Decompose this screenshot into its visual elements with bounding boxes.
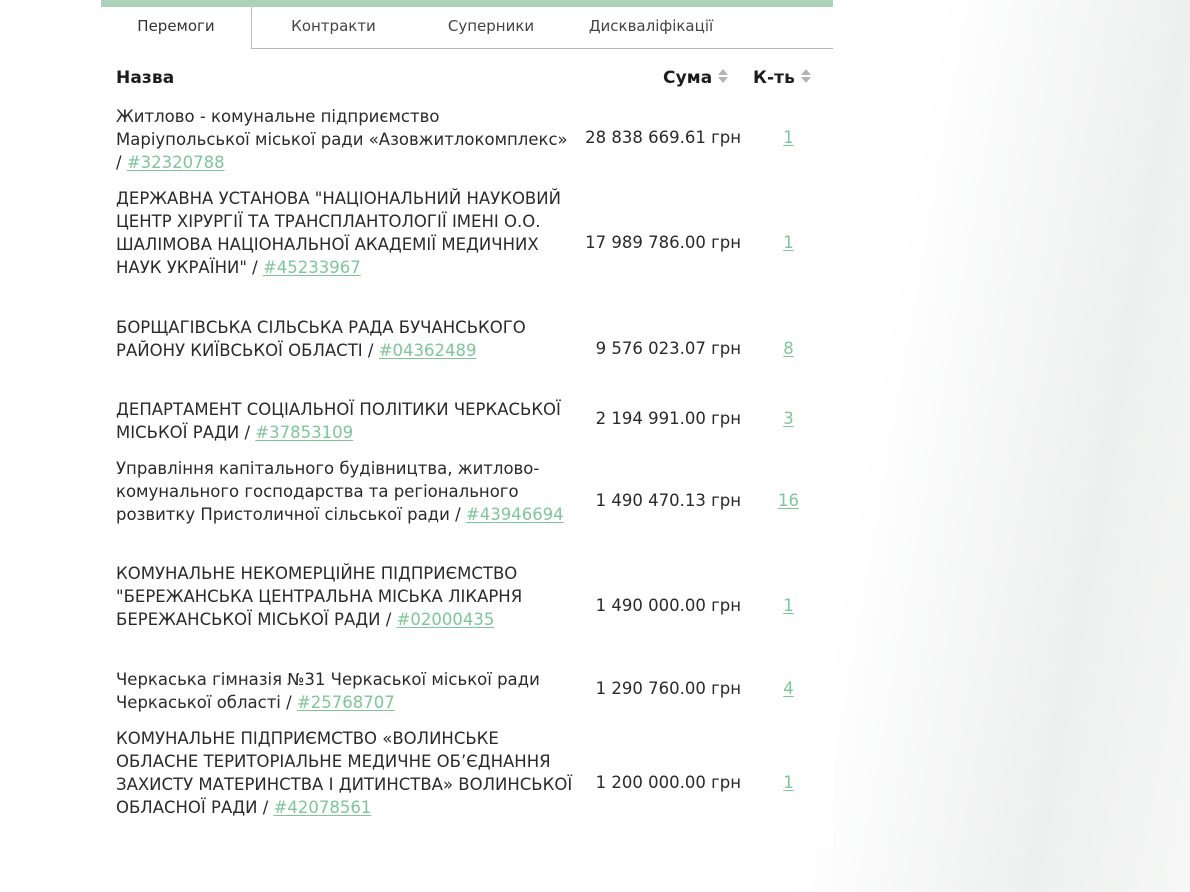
buyer-code-link[interactable]: #04362489 [379,341,477,360]
table-row: ДЕРЖАВНА УСТАНОВА "НАЦІОНАЛЬНИЙ НАУКОВИЙ… [101,187,833,303]
buyer-code-link[interactable]: #25768707 [297,693,395,712]
tab-bar: Перемоги Контракти Суперники Дискваліфік… [101,7,833,49]
table-row: Черкаська гімназія №31 Черкаської місько… [101,668,833,716]
buyer-code-link[interactable]: #45233967 [263,258,361,277]
buyer-name: Управління капітального будівництва, жит… [116,457,576,526]
sum-value: 1 490 000.00 грн [595,596,741,615]
buyer-code-link[interactable]: #37853109 [255,423,353,442]
buyer-name: ДЕРЖАВНА УСТАНОВА "НАЦІОНАЛЬНИЙ НАУКОВИЙ… [116,187,576,279]
sum-value: 17 989 786.00 грн [585,233,741,252]
buyer-code-link[interactable]: #32320788 [127,153,225,172]
buyer-code-link[interactable]: #02000435 [397,610,495,629]
count-link[interactable]: 8 [761,339,816,358]
buyer-code-link[interactable]: #42078561 [274,798,372,817]
sum-value: 1 290 760.00 грн [595,679,741,698]
column-header-name: Назва [116,68,174,88]
sort-icon[interactable] [800,68,811,84]
buyer-name: ДЕПАРТАМЕНТ СОЦІАЛЬНОЇ ПОЛІТИКИ ЧЕРКАСЬК… [116,398,576,444]
column-header-name-label: Назва [116,68,175,88]
table-row: Житлово - комунальне підприємство Маріуп… [101,105,833,175]
tab-disqualifications[interactable]: Дискваліфікації [576,7,726,48]
table-row: БОРЩАГІВСЬКА СІЛЬСЬКА РАДА БУЧАНСЬКОГО Р… [101,316,833,386]
count-link[interactable]: 1 [761,596,816,615]
sum-value: 1 490 470.13 грн [595,491,741,510]
sum-value: 9 576 023.07 грн [595,339,741,358]
count-link[interactable]: 16 [761,491,816,510]
count-link[interactable]: 1 [761,233,816,252]
tab-contracts[interactable]: Контракти [271,7,396,48]
accent-top-bar [101,0,833,7]
buyer-name: КОМУНАЛЬНЕ ПІДПРИЄМСТВО «ВОЛИНСЬКЕ ОБЛАС… [116,727,576,819]
sum-value: 28 838 669.61 грн [585,128,741,147]
winners-panel: Перемоги Контракти Суперники Дискваліфік… [101,0,833,848]
count-link[interactable]: 1 [761,773,816,792]
table-row: КОМУНАЛЬНЕ НЕКОМЕРЦІЙНЕ ПІДПРИЄМСТВО "БЕ… [101,562,833,655]
buyer-name: Житлово - комунальне підприємство Маріуп… [116,105,576,174]
tab-competitors[interactable]: Суперники [431,7,551,48]
count-link[interactable]: 1 [761,128,816,147]
sum-value: 2 194 991.00 грн [595,409,741,428]
column-header-count[interactable]: К-ть [753,68,811,88]
sort-icon[interactable] [718,68,729,84]
column-header-count-label: К-ть [753,68,795,88]
table-row: КОМУНАЛЬНЕ ПІДПРИЄМСТВО «ВОЛИНСЬКЕ ОБЛАС… [101,727,833,843]
column-header-sum[interactable]: Сума [663,68,729,88]
buyer-code-link[interactable]: #43946694 [466,505,564,524]
table-row: Управління капітального будівництва, жит… [101,457,833,550]
count-link[interactable]: 3 [761,409,816,428]
buyer-name: БОРЩАГІВСЬКА СІЛЬСЬКА РАДА БУЧАНСЬКОГО Р… [116,316,576,362]
tab-wins[interactable]: Перемоги [101,7,252,49]
buyer-name: КОМУНАЛЬНЕ НЕКОМЕРЦІЙНЕ ПІДПРИЄМСТВО "БЕ… [116,562,576,631]
sum-value: 1 200 000.00 грн [595,773,741,792]
column-header-sum-label: Сума [663,68,713,88]
buyer-name: Черкаська гімназія №31 Черкаської місько… [116,668,576,714]
count-link[interactable]: 4 [761,679,816,698]
table-row: ДЕПАРТАМЕНТ СОЦІАЛЬНОЇ ПОЛІТИКИ ЧЕРКАСЬК… [101,398,833,446]
